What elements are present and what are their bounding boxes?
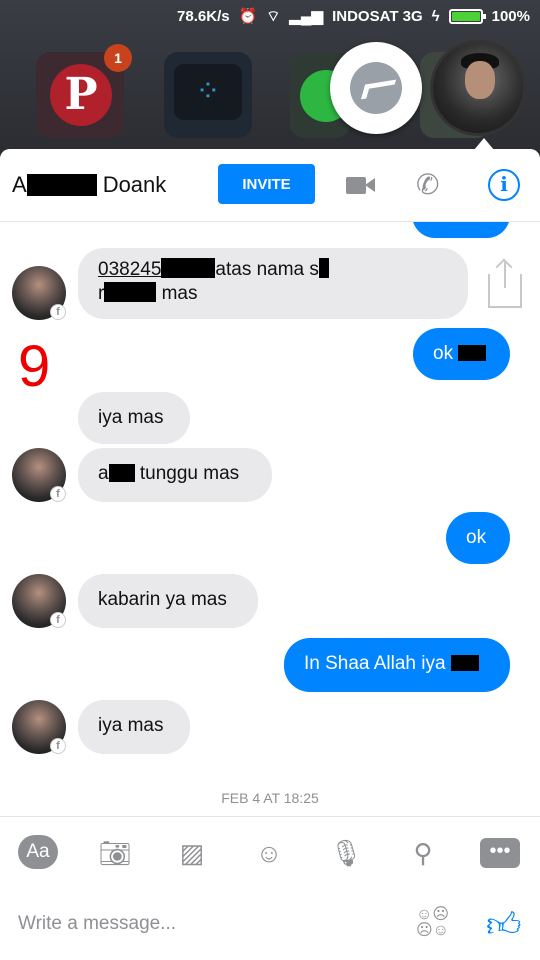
- invite-button[interactable]: INVITE: [218, 164, 315, 204]
- message-text: mas: [161, 283, 198, 304]
- camera-icon[interactable]: 📷︎: [95, 835, 135, 871]
- more-icon[interactable]: •••: [480, 838, 520, 868]
- battery-percent: 100%: [491, 7, 530, 25]
- message-bubble-incoming[interactable]: iya mas: [78, 392, 190, 444]
- redaction: [108, 464, 135, 482]
- like-thumb-icon[interactable]: 👍︎: [486, 905, 522, 946]
- video-call-icon[interactable]: [344, 169, 376, 201]
- message-text: atas nama s: [215, 259, 319, 280]
- facebook-badge-icon: f: [50, 738, 66, 754]
- avatar[interactable]: f: [12, 266, 66, 320]
- message-text: ok: [433, 343, 454, 364]
- pinterest-logo-icon: P: [50, 64, 112, 126]
- message-bubble-outgoing[interactable]: ok: [446, 512, 510, 564]
- emoji-icon[interactable]: ☺: [249, 835, 289, 871]
- contact-name-start: A: [12, 172, 27, 197]
- message-list[interactable]: f 038245 atas nama s r mas 9 ok iya mas f…: [0, 222, 540, 816]
- facebook-badge-icon: f: [50, 486, 66, 502]
- notification-badge: 1: [104, 44, 132, 72]
- avatar[interactable]: f: [12, 574, 66, 628]
- info-icon[interactable]: i: [488, 169, 520, 201]
- network-speed: 78.6K/s: [177, 7, 230, 25]
- contact-chat-head[interactable]: [430, 40, 526, 136]
- location-icon[interactable]: ⚲: [403, 835, 443, 871]
- message-bubble-incoming[interactable]: iya mas: [78, 700, 190, 754]
- avatar[interactable]: f: [12, 448, 66, 502]
- alarm-icon: ⏰: [238, 8, 258, 25]
- bbm-logo-icon: ⁘: [174, 64, 242, 120]
- message-bubble-outgoing[interactable]: ok: [413, 328, 510, 380]
- text-format-button[interactable]: Aa: [18, 835, 58, 869]
- annotation-number: 9: [18, 334, 51, 399]
- share-icon[interactable]: [488, 262, 522, 308]
- redaction: [450, 655, 479, 671]
- message-input[interactable]: Write a message...: [18, 913, 176, 935]
- facebook-badge-icon: f: [50, 304, 66, 320]
- stickers-icon[interactable]: ☺☹ ☹☺: [416, 907, 450, 941]
- avatar[interactable]: f: [12, 700, 66, 754]
- redaction: [458, 345, 487, 361]
- message-text: In Shaa Allah iya: [304, 653, 446, 674]
- chat-header: A Doank INVITE ✆ i: [0, 149, 540, 222]
- message-timestamp: FEB 4 AT 18:25: [221, 790, 319, 806]
- message-text: kabarin ya mas: [98, 589, 227, 610]
- message-bubble-incoming[interactable]: 038245 atas nama s r mas: [78, 248, 468, 319]
- redaction: [318, 258, 329, 278]
- message-text: 038245: [98, 259, 162, 280]
- composer-toolbar: Aa 📷︎ ▨ ☺ 🎙︎ ⚲ •••: [0, 816, 540, 889]
- message-text: iya mas: [98, 715, 164, 736]
- charging-icon: ϟ: [431, 7, 440, 25]
- gallery-icon[interactable]: ▨: [172, 835, 212, 871]
- battery-icon: [448, 8, 486, 24]
- message-bubble-incoming[interactable]: kabarin ya mas: [78, 574, 258, 628]
- redaction: [161, 258, 216, 278]
- message-text: ok: [466, 527, 487, 548]
- contact-name[interactable]: A Doank: [12, 172, 166, 198]
- message-text: tunggu mas: [139, 463, 240, 484]
- message-bubble-incoming[interactable]: a tunggu mas: [78, 448, 272, 502]
- avatar-face: [465, 61, 495, 99]
- signal-icon: ▂▄▆: [289, 8, 324, 25]
- message-text: a: [98, 463, 109, 484]
- redaction: [26, 174, 97, 196]
- microphone-icon[interactable]: 🎙︎: [326, 835, 366, 871]
- facebook-badge-icon: f: [50, 612, 66, 628]
- message-bubble-outgoing[interactable]: [412, 222, 510, 238]
- redaction: [104, 282, 157, 302]
- message-composer: Write a message... ☺☹ ☹☺ 👍︎: [0, 889, 540, 960]
- status-bar: 78.6K/s ⏰ ⌔ ▂▄▆ INDOSAT 3G ϟ 100%: [0, 0, 540, 32]
- phone-call-icon[interactable]: ✆: [416, 169, 448, 201]
- wifi-icon: ⌔: [266, 7, 281, 25]
- message-text: iya mas: [98, 407, 164, 428]
- messenger-chat-head[interactable]: [330, 42, 422, 134]
- carrier-name: INDOSAT 3G: [332, 7, 423, 25]
- chat-panel: A Doank INVITE ✆ i f 038245 atas nama s r…: [0, 149, 540, 960]
- bbm-app-icon[interactable]: ⁘: [164, 52, 252, 138]
- contact-name-end: Doank: [102, 172, 167, 197]
- message-bubble-outgoing[interactable]: In Shaa Allah iya: [284, 638, 510, 692]
- messenger-icon: [350, 62, 402, 114]
